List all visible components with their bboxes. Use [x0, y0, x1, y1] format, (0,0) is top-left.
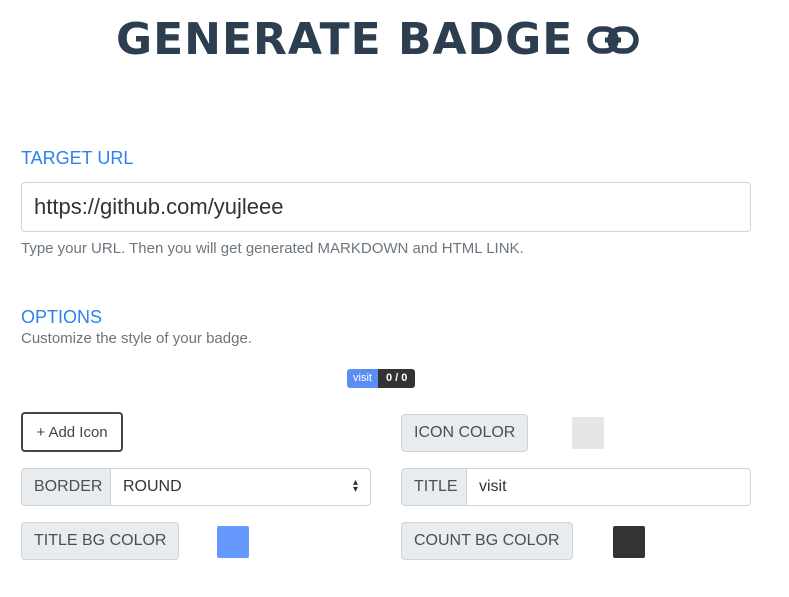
title-input-group: TITLE	[401, 468, 751, 506]
border-select-value: ROUND	[123, 478, 182, 495]
count-bg-color-swatch[interactable]	[613, 526, 645, 558]
options-help: Customize the style of your badge.	[21, 330, 252, 347]
target-url-help: Type your URL. Then you will get generat…	[21, 240, 524, 257]
page-title-text: GENERATE BADGE	[116, 14, 574, 65]
add-icon-button[interactable]: + Add Icon	[21, 412, 123, 452]
badge-preview: visit 0 / 0	[347, 369, 416, 388]
select-arrows-icon: ▴ ▾	[352, 477, 358, 496]
badge-preview-title: visit	[347, 369, 378, 388]
border-label: BORDER	[21, 468, 111, 506]
title-bg-color-swatch[interactable]	[217, 526, 249, 558]
badge-preview-count: 0 / 0	[377, 369, 416, 388]
title-input[interactable]	[467, 468, 751, 506]
count-bg-color-label: COUNT BG COLOR	[401, 522, 573, 560]
border-select[interactable]: ROUND ▴ ▾	[111, 468, 371, 506]
link-icon	[587, 25, 639, 55]
title-bg-color-label: TITLE BG COLOR	[21, 522, 180, 560]
icon-color-label: ICON COLOR	[401, 414, 529, 452]
icon-color-swatch[interactable]	[572, 417, 604, 449]
page-title: GENERATE BADGE	[116, 14, 639, 65]
target-url-input[interactable]	[21, 182, 751, 232]
target-url-label: TARGET URL	[21, 148, 134, 168]
title-label: TITLE	[401, 468, 467, 506]
border-select-group: BORDER ROUND ▴ ▾	[21, 468, 371, 506]
options-label: OPTIONS	[21, 307, 103, 327]
